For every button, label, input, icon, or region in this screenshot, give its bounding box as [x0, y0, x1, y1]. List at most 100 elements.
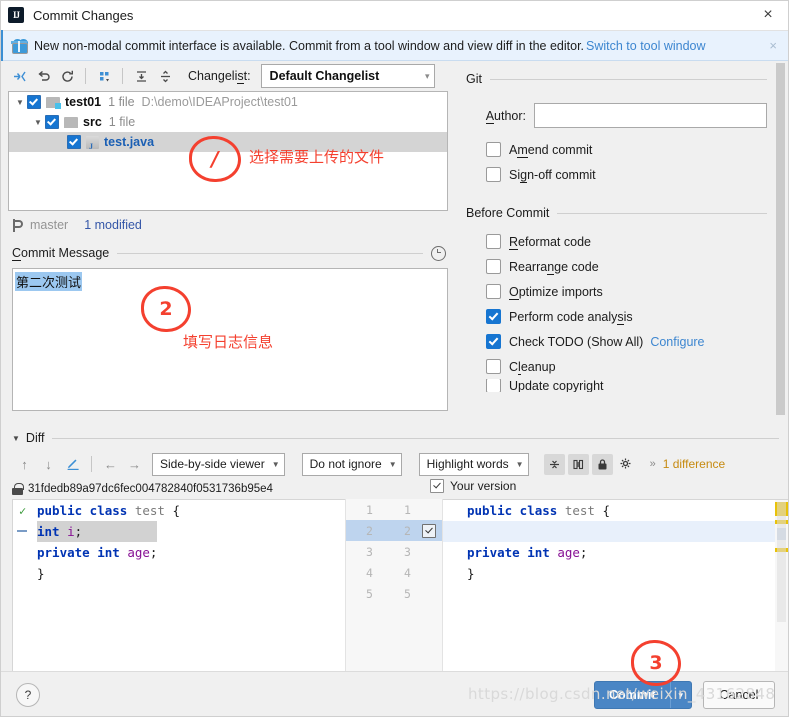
changelist-toolbar: Changelist: Default Changelist ▾ [0, 61, 456, 91]
diff-overview-scrollbar[interactable] [775, 500, 788, 671]
checkbox-box[interactable] [486, 379, 501, 392]
diff-header[interactable]: ▼ Diff [0, 427, 789, 449]
checkbox-box[interactable] [486, 234, 501, 249]
chevron-down-icon[interactable]: ▾ [671, 690, 692, 701]
checkbox-box[interactable] [486, 284, 501, 299]
your-version-checkbox[interactable] [430, 479, 444, 493]
tree-row-file[interactable]: test.java [9, 132, 447, 152]
toolbar-separator [91, 456, 92, 472]
code-line: private int age; [37, 545, 158, 560]
apply-right-icon[interactable]: → [124, 454, 145, 475]
author-field[interactable] [534, 103, 767, 128]
diff-right-pane[interactable]: public class test { private int age; } [443, 499, 789, 672]
cleanup-checkbox[interactable]: Cleanup [456, 354, 789, 379]
code-line: } [467, 566, 475, 581]
commit-button[interactable]: Commit ▾ [594, 681, 693, 709]
toolbar-separator [122, 68, 123, 84]
vcs-status-line: master 1 modified [0, 214, 456, 236]
refresh-icon[interactable] [56, 65, 78, 87]
tree-node-label: src [83, 115, 102, 129]
tree-row-project[interactable]: ▼ test01 1 file D:\demo\IDEAProject\test… [9, 92, 447, 112]
changelist-label: Changelist: [188, 69, 251, 84]
reformat-code-checkbox[interactable]: Reformat code [456, 229, 789, 254]
diff-left-pane[interactable]: ✓ public class test { int i; private int… [12, 499, 345, 672]
annotation-2-text: 填写日志信息 [183, 333, 274, 351]
help-button[interactable]: ? [16, 683, 40, 707]
folder-icon [64, 116, 78, 128]
check-todo-checkbox[interactable]: Check TODO (Show All) Configure [456, 329, 789, 354]
notification-close-icon[interactable]: × [763, 38, 783, 53]
commit-message-value: 第二次测试 [15, 272, 83, 291]
previous-difference-icon[interactable]: ↑ [14, 454, 35, 475]
before-commit-section-header: Before Commit [456, 203, 789, 223]
next-difference-icon[interactable]: ↓ [38, 454, 59, 475]
amend-commit-checkbox[interactable]: Amend commit [456, 137, 789, 162]
accept-change-checkbox[interactable] [422, 524, 436, 538]
chevron-down-icon: ▾ [425, 70, 430, 81]
perform-code-analysis-checkbox[interactable]: Perform code analysis [456, 304, 789, 329]
cancel-button[interactable]: Cancel [703, 681, 775, 709]
optimize-imports-checkbox[interactable]: Optimize imports [456, 279, 789, 304]
checkbox-box[interactable] [486, 334, 501, 349]
chevron-down-icon[interactable]: ▼ [13, 98, 27, 107]
checkbox-box[interactable] [486, 167, 501, 182]
commit-message-input[interactable]: 第二次测试 2 填写日志信息 [12, 268, 448, 411]
collapse-unchanged-icon[interactable] [543, 453, 565, 475]
revert-icon[interactable] [32, 65, 54, 87]
code-line: public class test { [37, 503, 181, 518]
chevron-down-icon[interactable]: ▼ [31, 118, 45, 127]
line-number: 5 [366, 587, 373, 601]
viewer-mode-select[interactable]: Side-by-side viewer ▼ [152, 452, 285, 476]
close-icon[interactable]: × [751, 1, 785, 29]
diff-toolbar: ↑ ↓ ← → Side-by-side viewer ▼ Do not ign… [0, 449, 789, 479]
modified-count[interactable]: 1 modified [84, 218, 142, 232]
ignore-mode-select[interactable]: Do not ignore ▼ [301, 452, 402, 476]
read-only-icon[interactable] [591, 453, 613, 475]
tree-node-path: D:\demo\IDEAProject\test01 [141, 95, 298, 109]
tree-row-src[interactable]: ▼ src 1 file [9, 112, 447, 132]
show-diff-icon[interactable] [8, 65, 30, 87]
rearrange-code-checkbox[interactable]: Rearrange code [456, 254, 789, 279]
pencil-icon[interactable] [62, 454, 83, 475]
switch-to-tool-window-link[interactable]: Switch to tool window [586, 39, 706, 53]
highlight-mode-select[interactable]: Highlight words ▼ [418, 452, 529, 476]
checkbox-box[interactable] [486, 142, 501, 157]
gear-icon[interactable] [616, 454, 637, 475]
checkbox-label: Rearrange code [509, 259, 599, 275]
line-number: 1 [366, 503, 373, 517]
checkbox-label: Amend commit [509, 142, 593, 158]
viewer-mode-value: Side-by-side viewer [160, 457, 265, 471]
checkbox-label: Sign-off commit [509, 167, 596, 183]
expand-all-icon[interactable] [130, 65, 152, 87]
file-checkbox[interactable] [27, 95, 41, 109]
difference-count: 1 difference [662, 457, 726, 471]
checkbox-label: Update copyright [509, 379, 604, 392]
line-number: 4 [404, 566, 411, 580]
group-by-icon[interactable] [93, 65, 115, 87]
commit-button-label: Commit [609, 688, 656, 702]
options-scrollbar[interactable] [776, 63, 785, 415]
configure-link[interactable]: Configure [650, 335, 704, 349]
checkbox-box[interactable] [486, 309, 501, 324]
apply-left-icon[interactable]: ← [100, 454, 121, 475]
checkbox-box[interactable] [486, 259, 501, 274]
update-copyright-checkbox[interactable]: Update copyright [456, 379, 789, 392]
project-folder-icon [46, 96, 61, 109]
file-checkbox[interactable] [45, 115, 59, 129]
notification-bar: New non-modal commit interface is availa… [0, 31, 789, 61]
collapse-all-icon[interactable] [154, 65, 176, 87]
checkbox-box[interactable] [486, 359, 501, 374]
file-checkbox[interactable] [67, 135, 81, 149]
sync-scroll-icon[interactable] [567, 453, 589, 475]
changelist-select[interactable]: Default Changelist ▾ [260, 64, 435, 88]
clock-history-icon[interactable] [431, 245, 446, 261]
signoff-commit-checkbox[interactable]: Sign-off commit [456, 162, 789, 187]
commit-message-label: Commit Message [12, 246, 110, 261]
toolbar-overflow-icon[interactable]: » [650, 458, 656, 470]
changed-files-tree[interactable]: ▼ test01 1 file D:\demo\IDEAProject\test… [8, 91, 448, 211]
git-section-header: Git [456, 69, 789, 89]
chevron-down-icon[interactable]: ▼ [12, 434, 20, 443]
tree-node-meta: 1 file [108, 115, 136, 129]
checkbox-label: Check TODO (Show All) [509, 334, 644, 349]
scrollbar-thumb[interactable] [777, 502, 786, 622]
